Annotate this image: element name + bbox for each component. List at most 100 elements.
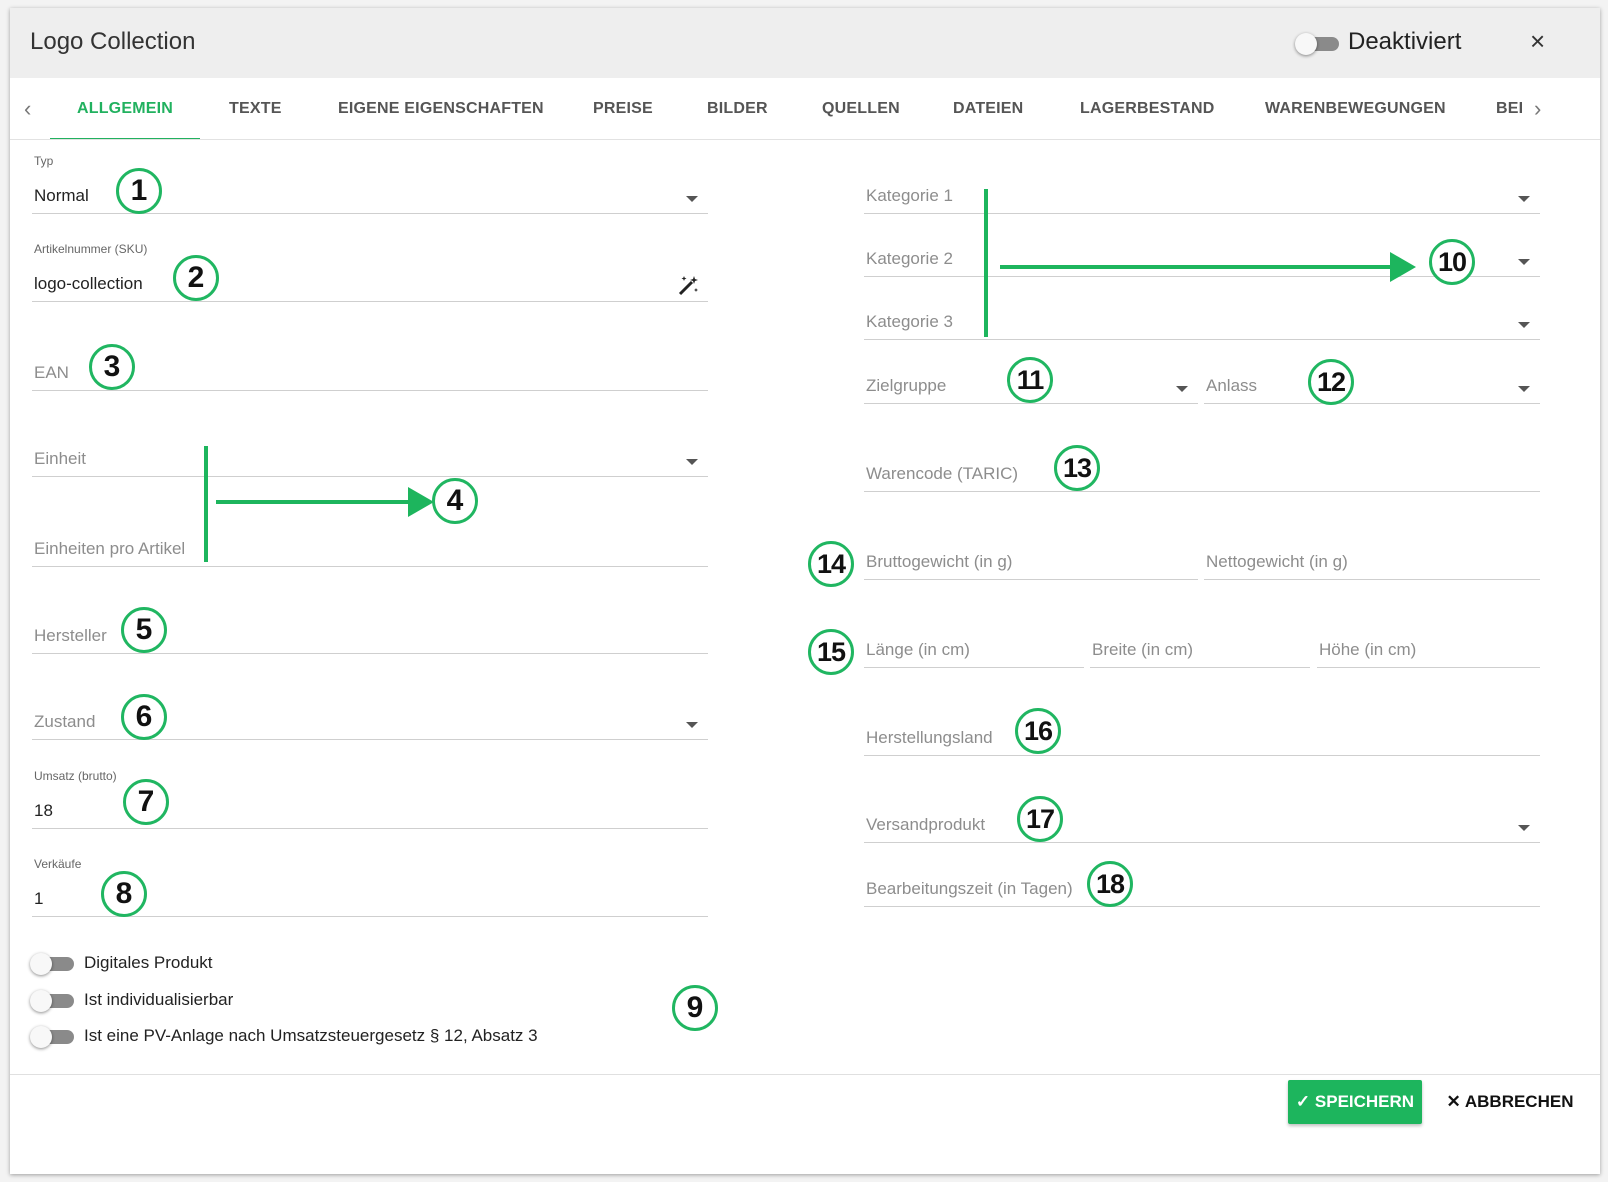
tab-truncated[interactable]: BEI [1496, 78, 1522, 139]
tab-warenbewegungen[interactable]: WARENBEWEGUNGEN [1265, 78, 1446, 139]
annotation-badge: 3 [89, 344, 135, 390]
sku-value: logo-collection [34, 274, 143, 293]
annotation-badge: 8 [101, 871, 147, 917]
bearbeitungszeit-placeholder: Bearbeitungszeit (in Tagen) [866, 879, 1073, 898]
versandprodukt-select[interactable]: Versandprodukt [864, 811, 1540, 843]
bruttogewicht-placeholder: Bruttogewicht (in g) [866, 552, 1013, 571]
breite-placeholder: Breite (in cm) [1092, 640, 1194, 659]
einheit-select[interactable]: Einheit [32, 445, 708, 477]
annotation-badge: 5 [121, 607, 167, 653]
toggle-switch[interactable] [30, 952, 74, 975]
annotation-arrowhead [1390, 252, 1416, 282]
annotation-badge: 7 [123, 779, 169, 825]
chevron-left-icon[interactable]: ‹ [24, 96, 31, 122]
herstellungsland-placeholder: Herstellungsland [866, 728, 993, 747]
verkaeufe-value: 1 [34, 889, 44, 908]
annotation-badge: 4 [432, 478, 478, 524]
annotation-bracket-line [984, 189, 988, 337]
dialog-header: Logo Collection Deaktiviert × [10, 8, 1600, 78]
laenge-placeholder: Länge (in cm) [866, 640, 970, 659]
tab-lagerbestand[interactable]: LAGERBESTAND [1080, 78, 1215, 139]
caret-down-icon [1518, 386, 1530, 392]
active-toggle[interactable] [1295, 32, 1339, 55]
switch-label: Ist individualisierbar [84, 990, 234, 1009]
nettogewicht-input[interactable]: Nettogewicht (in g) [1204, 548, 1540, 580]
annotation-badge: 1 [116, 168, 162, 214]
tab-allgemein[interactable]: ALLGEMEIN [50, 78, 200, 139]
sku-label: Artikelnummer (SKU) [34, 242, 148, 256]
annotation-badge: 12 [1308, 359, 1354, 405]
cancel-button-label: ABBRECHEN [1464, 1092, 1574, 1111]
hersteller-placeholder: Hersteller [34, 626, 107, 645]
zielgruppe-placeholder: Zielgruppe [866, 376, 947, 395]
kategorie2-placeholder: Kategorie 2 [866, 249, 953, 268]
hoehe-input[interactable]: Höhe (in cm) [1317, 636, 1540, 668]
umsatz-value: 18 [34, 801, 53, 820]
caret-down-icon [686, 196, 698, 202]
laenge-input[interactable]: Länge (in cm) [864, 636, 1084, 668]
einheit-placeholder: Einheit [34, 449, 86, 468]
annotation-badge: 18 [1087, 861, 1133, 907]
annotation-badge: 10 [1429, 239, 1475, 285]
tab-preise[interactable]: PREISE [593, 78, 653, 139]
annotation-arrow-line [216, 500, 412, 504]
bruttogewicht-input[interactable]: Bruttogewicht (in g) [864, 548, 1198, 580]
tab-eigene-eigenschaften[interactable]: EIGENE EIGENSCHAFTEN [338, 78, 544, 139]
ean-placeholder: EAN [34, 363, 69, 382]
toggle-switch[interactable] [30, 1025, 74, 1048]
dialog-title: Logo Collection [30, 28, 196, 55]
switch-label: Ist eine PV-Anlage nach Umsatzsteuergese… [84, 1026, 538, 1045]
hoehe-placeholder: Höhe (in cm) [1319, 640, 1417, 659]
tab-texte[interactable]: TEXTE [229, 78, 282, 139]
kategorie3-select[interactable]: Kategorie 3 [864, 308, 1540, 340]
save-button-label: SPEICHERN [1314, 1092, 1415, 1111]
annotation-badge: 11 [1007, 357, 1053, 403]
cancel-button[interactable]: ✕ ABBRECHEN [1446, 1080, 1574, 1124]
einheiten-pro-artikel-input[interactable]: Einheiten pro Artikel [32, 535, 708, 567]
tab-dateien[interactable]: DATEIEN [953, 78, 1023, 139]
verkaeufe-label: Verkäufe [34, 857, 82, 871]
sku-input[interactable]: Artikelnummer (SKU) logo-collection [32, 242, 708, 302]
caret-down-icon [686, 722, 698, 728]
annotation-badge: 2 [173, 255, 219, 301]
check-icon: ✓ [1295, 1092, 1311, 1111]
warencode-input[interactable]: Warencode (TARIC) [864, 460, 1540, 492]
anlass-select[interactable]: Anlass [1204, 372, 1540, 404]
caret-down-icon [1518, 259, 1530, 265]
umsatz-label: Umsatz (brutto) [34, 769, 117, 783]
versandprodukt-placeholder: Versandprodukt [866, 815, 986, 834]
kategorie1-placeholder: Kategorie 1 [866, 186, 953, 205]
close-icon: ✕ [1446, 1092, 1461, 1111]
annotation-arrow-line [1000, 265, 1394, 269]
annotation-badge: 15 [808, 629, 854, 675]
close-icon[interactable]: × [1530, 26, 1545, 56]
chevron-right-icon[interactable]: › [1534, 96, 1541, 122]
save-button[interactable]: ✓ SPEICHERN [1288, 1080, 1422, 1124]
herstellungsland-input[interactable]: Herstellungsland [864, 724, 1540, 756]
typ-label: Typ [34, 154, 54, 168]
typ-value: Normal [34, 186, 89, 205]
annotation-badge: 6 [121, 694, 167, 740]
annotation-badge: 14 [808, 541, 854, 587]
caret-down-icon [1518, 196, 1530, 202]
tab-bar: ‹ ALLGEMEIN TEXTE EIGENE EIGENSCHAFTEN P… [10, 78, 1600, 140]
caret-down-icon [686, 459, 698, 465]
warencode-placeholder: Warencode (TARIC) [866, 464, 1019, 483]
caret-down-icon [1518, 322, 1530, 328]
caret-down-icon [1176, 386, 1188, 392]
annotation-badge: 16 [1015, 708, 1061, 754]
kategorie1-select[interactable]: Kategorie 1 [864, 182, 1540, 214]
tab-bilder[interactable]: BILDER [707, 78, 768, 139]
bearbeitungszeit-input[interactable]: Bearbeitungszeit (in Tagen) [864, 875, 1540, 907]
nettogewicht-placeholder: Nettogewicht (in g) [1206, 552, 1348, 571]
switch-label: Digitales Produkt [84, 953, 213, 972]
annotation-badge: 9 [672, 985, 718, 1031]
magic-wand-icon[interactable] [676, 274, 700, 298]
annotation-badge: 13 [1054, 445, 1100, 491]
product-dialog: Logo Collection Deaktiviert × ‹ ALLGEMEI… [10, 8, 1600, 1174]
zustand-placeholder: Zustand [34, 712, 96, 731]
breite-input[interactable]: Breite (in cm) [1090, 636, 1310, 668]
tab-quellen[interactable]: QUELLEN [822, 78, 900, 139]
toggle-switch[interactable] [30, 989, 74, 1012]
annotation-badge: 17 [1017, 796, 1063, 842]
